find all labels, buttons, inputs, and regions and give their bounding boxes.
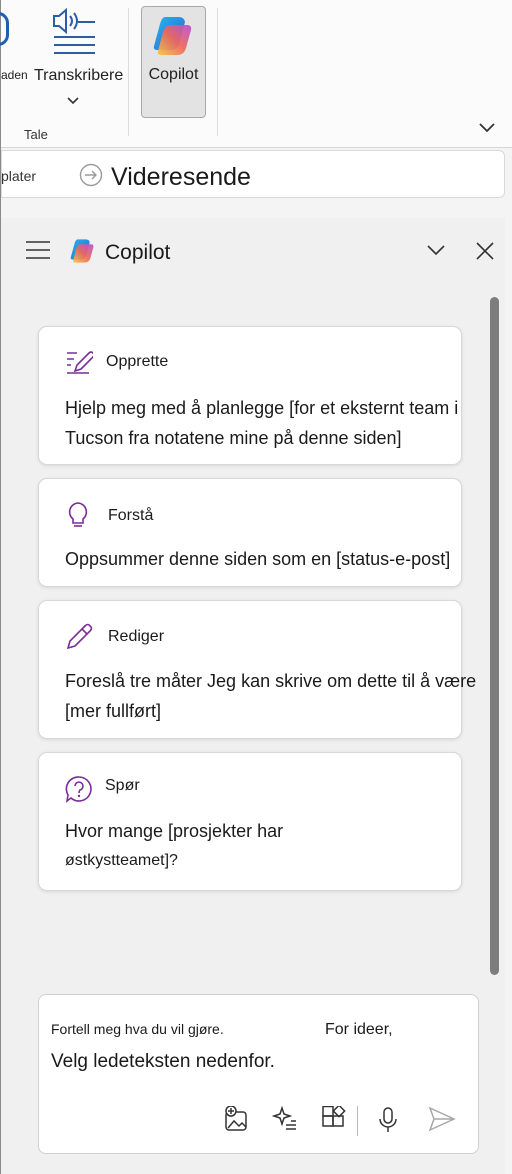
prompt-card-edit[interactable]: Rediger Foreslå tre måter Jeg kan skrive… — [38, 600, 476, 739]
add-image-icon[interactable] — [223, 1105, 249, 1137]
composer-hint: Fortell meg hva du vil gjøre. — [51, 1021, 224, 1037]
transcribe-label[interactable]: Transkribere — [34, 67, 123, 85]
microphone-icon[interactable] — [377, 1106, 399, 1139]
menu-icon[interactable] — [26, 240, 50, 265]
templates-label[interactable]: plater — [1, 168, 36, 184]
plugins-icon[interactable] — [321, 1104, 347, 1137]
toolbar-divider — [357, 1106, 358, 1136]
prompt-card-understand[interactable]: Forstå Oppsummer denne siden som en [sta… — [38, 478, 462, 587]
card-prompt-text: Oppsummer denne siden som en [status-e-p… — [65, 549, 451, 569]
question-bubble-icon — [65, 775, 93, 808]
card-prompt-text: Hvor mange [prosjekter har østkystteamet… — [65, 821, 284, 869]
prompt-card-ask[interactable]: Spør Hvor mange [prosjekter har østkystt… — [38, 752, 462, 891]
copilot-ribbon-button[interactable]: Copilot — [141, 6, 206, 118]
card-prompt-text: Foreslå tre måter Jeg kan skrive om dett… — [65, 671, 477, 721]
copilot-logo-icon — [151, 13, 197, 64]
card-title: Rediger — [108, 628, 165, 645]
card-prompt-text: Hjelp meg med å planlegge [for et ekster… — [65, 398, 459, 448]
chevron-down-icon[interactable] — [479, 120, 495, 138]
read-aloud-label[interactable]: aden — [1, 68, 28, 82]
prompt-sparkle-icon[interactable] — [271, 1105, 298, 1137]
lightbulb-icon — [65, 501, 91, 534]
edit-note-icon — [65, 349, 95, 380]
prompt-input[interactable] — [38, 994, 479, 1154]
chevron-down-icon[interactable] — [426, 243, 446, 262]
transcribe-icon[interactable] — [51, 7, 97, 61]
card-title: Opprette — [106, 353, 169, 370]
send-icon[interactable] — [428, 1106, 456, 1137]
close-icon[interactable] — [475, 241, 495, 266]
pencil-icon — [65, 623, 93, 656]
prompt-card-create[interactable]: Opprette Hjelp meg med å planlegge [for … — [38, 326, 462, 465]
ribbon-divider — [128, 8, 129, 136]
forward-label[interactable]: Videresende — [111, 163, 251, 192]
forward-arrow-icon[interactable] — [79, 163, 103, 192]
card-title: Spør — [105, 777, 140, 794]
pane-title: Copilot — [105, 241, 171, 264]
ribbon-divider — [217, 8, 218, 136]
card-title: Forstå — [108, 507, 154, 524]
composer-hint: For ideer, — [325, 1021, 393, 1038]
scrollbar[interactable] — [490, 297, 499, 975]
copilot-ribbon-label: Copilot — [148, 66, 199, 83]
ribbon-group-label: Tale — [24, 127, 48, 142]
composer-hint: Velg ledeteksten nedenfor. — [51, 1051, 275, 1072]
copilot-logo-icon — [69, 237, 97, 270]
chevron-down-icon[interactable] — [67, 92, 79, 110]
command-strip — [1, 150, 505, 198]
